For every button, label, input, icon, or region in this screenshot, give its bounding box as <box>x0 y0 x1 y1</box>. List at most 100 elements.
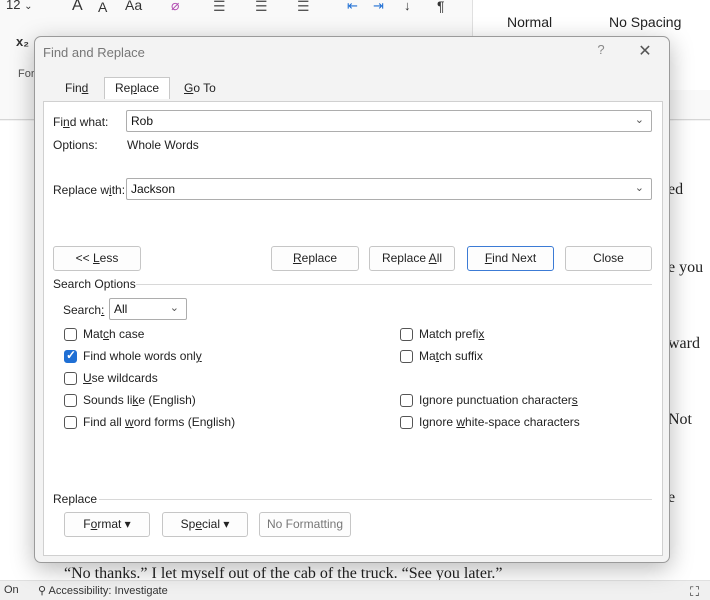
chevron-down-icon[interactable]: ⌄ <box>635 113 644 126</box>
ignore-whitespace-text: Ignore <box>419 415 457 429</box>
word-forms-text-rest: ord forms (English) <box>133 415 236 429</box>
tab-goto-accesskey: G <box>184 81 194 95</box>
ignore-punctuation-label: Ignore punctuation characters <box>419 393 578 407</box>
checkbox-box[interactable] <box>400 327 413 341</box>
checkbox-box[interactable] <box>400 349 413 363</box>
sounds-like-checkbox[interactable]: Sounds like (English) <box>64 393 196 407</box>
sounds-like-text-rest: e (English) <box>138 393 196 407</box>
match-suffix-text-rest: ch suffix <box>439 349 483 363</box>
format-button[interactable]: Format ▾ <box>64 512 150 537</box>
replace-button-accesskey: R <box>292 251 302 265</box>
replace-all-button[interactable]: Replace All <box>369 246 455 271</box>
ribbon-group-label: For <box>18 68 35 80</box>
less-button-label: << <box>75 251 93 265</box>
grow-font-button[interactable]: A <box>72 0 83 15</box>
search-direction-select[interactable]: All ⌄ <box>109 298 187 320</box>
ignore-punctuation-text: Ignore punctuation character <box>419 393 572 407</box>
match-prefix-checkbox[interactable]: Match prefix <box>400 327 484 341</box>
checkbox-box[interactable] <box>64 327 77 341</box>
tab-replace-label: Re <box>114 81 131 95</box>
replace-button[interactable]: Replace <box>271 246 359 271</box>
checkbox-box[interactable] <box>400 393 413 407</box>
whole-words-accesskey: y <box>195 349 202 363</box>
word-forms-checkbox[interactable]: Find all word forms (English) <box>64 415 235 429</box>
match-case-checkbox[interactable]: Match case <box>64 327 144 341</box>
wildcards-text: se wildcards <box>91 371 158 385</box>
find-next-button-label: ind Next <box>492 251 537 265</box>
sounds-like-label: Sounds like (English) <box>83 393 196 407</box>
shrink-font-button[interactable]: A <box>98 0 107 15</box>
find-next-button[interactable]: Find Next <box>467 246 554 271</box>
checkbox-box[interactable] <box>64 371 77 385</box>
font-size-value: 12 <box>6 0 21 12</box>
style-no-spacing[interactable]: No Spacing <box>609 14 681 30</box>
ignore-whitespace-label: Ignore white-space characters <box>419 415 580 429</box>
tab-replace[interactable]: Replace <box>104 77 170 99</box>
style-normal[interactable]: Normal <box>507 14 552 30</box>
format-button-label-rest: rmat ▾ <box>97 517 131 531</box>
tab-find-label: Fin <box>65 81 82 95</box>
checkbox-box[interactable] <box>64 393 77 407</box>
clear-formatting-icon[interactable]: ⌀ <box>171 0 179 14</box>
format-button-label: F <box>83 517 91 531</box>
find-what-input[interactable]: Rob ⌄ <box>126 110 652 132</box>
chevron-down-icon[interactable]: ⌄ <box>635 181 644 194</box>
find-what-accesskey: n <box>63 115 70 129</box>
find-what-label: Find what: <box>53 115 108 129</box>
replace-with-input[interactable]: Jackson ⌄ <box>126 178 652 200</box>
chevron-down-icon[interactable]: ⌄ <box>170 301 179 314</box>
special-button-accesskey: e <box>195 517 202 531</box>
find-replace-dialog: Find and Replace ? ✕ Find Replace Go To … <box>34 36 670 563</box>
focus-mode-icon[interactable]: ⛶ <box>690 584 699 600</box>
match-suffix-checkbox[interactable]: Match suffix <box>400 349 483 363</box>
tab-replace-accesskey: p <box>130 81 137 95</box>
ignore-whitespace-checkbox[interactable]: Ignore white-space characters <box>400 415 580 429</box>
ignore-punctuation-accesskey: s <box>571 393 578 407</box>
find-what-value: Rob <box>131 114 154 128</box>
accessibility-status[interactable]: ⚲ Accessibility: Investigate <box>38 584 168 597</box>
close-button[interactable]: Close <box>565 246 652 271</box>
dialog-title: Find and Replace <box>43 45 145 60</box>
less-button[interactable]: << Less <box>53 246 141 271</box>
show-formatting-icon[interactable]: ¶ <box>437 0 445 14</box>
match-prefix-accesskey: x <box>478 327 485 341</box>
checkbox-box[interactable] <box>400 415 413 429</box>
word-forms-accesskey: w <box>125 415 134 429</box>
sort-icon[interactable]: ↓ <box>404 0 411 13</box>
change-case-button[interactable]: Aa <box>125 0 142 13</box>
subscript-button[interactable]: x₂ <box>16 34 29 49</box>
bullets-icon[interactable]: ☰ <box>213 0 226 15</box>
font-size-box[interactable]: 12 ⌄ <box>6 0 32 12</box>
multilevel-list-icon[interactable]: ☰ <box>297 0 310 15</box>
options-label: Options: <box>53 138 98 152</box>
tab-goto[interactable]: Go To <box>184 81 216 95</box>
tab-goto-label: o To <box>193 81 216 95</box>
replace-with-value: Jackson <box>131 182 176 196</box>
increase-indent-icon[interactable]: ⇥ <box>373 0 384 14</box>
tab-find[interactable]: Find <box>65 81 88 95</box>
replace-button-label: eplace <box>301 251 338 265</box>
accessibility-icon: ⚲ <box>38 585 47 597</box>
search-direction-accesskey: : <box>101 303 105 317</box>
numbering-icon[interactable]: ☰ <box>255 0 268 15</box>
help-icon[interactable]: ? <box>591 42 611 62</box>
special-button-label-rest: cial ▾ <box>202 517 230 531</box>
accessibility-label: Accessibility: Investigate <box>48 585 168 597</box>
special-button[interactable]: Special ▾ <box>162 512 248 537</box>
checkbox-box-checked[interactable] <box>64 348 77 363</box>
whole-words-checkbox[interactable]: Find whole words only <box>64 348 202 363</box>
checkbox-box[interactable] <box>64 415 77 429</box>
no-formatting-button[interactable]: No Formatting <box>259 512 351 537</box>
search-options-heading: Search Options <box>53 277 136 291</box>
replace-with-label: Replace with: <box>53 183 125 197</box>
ignore-punctuation-checkbox[interactable]: Ignore punctuation characters <box>400 393 578 407</box>
word-forms-text: Find all <box>83 415 126 429</box>
whole-words-label: Find whole words only <box>83 349 202 363</box>
decrease-indent-icon[interactable]: ⇤ <box>347 0 358 14</box>
search-direction-label: Search: <box>63 303 104 317</box>
match-case-text-rest: h case <box>109 327 145 341</box>
document-text-edge: ward <box>668 335 700 352</box>
tab-find-accesskey: d <box>81 81 89 95</box>
wildcards-checkbox[interactable]: Use wildcards <box>64 371 158 385</box>
close-icon[interactable]: ✕ <box>634 41 656 63</box>
